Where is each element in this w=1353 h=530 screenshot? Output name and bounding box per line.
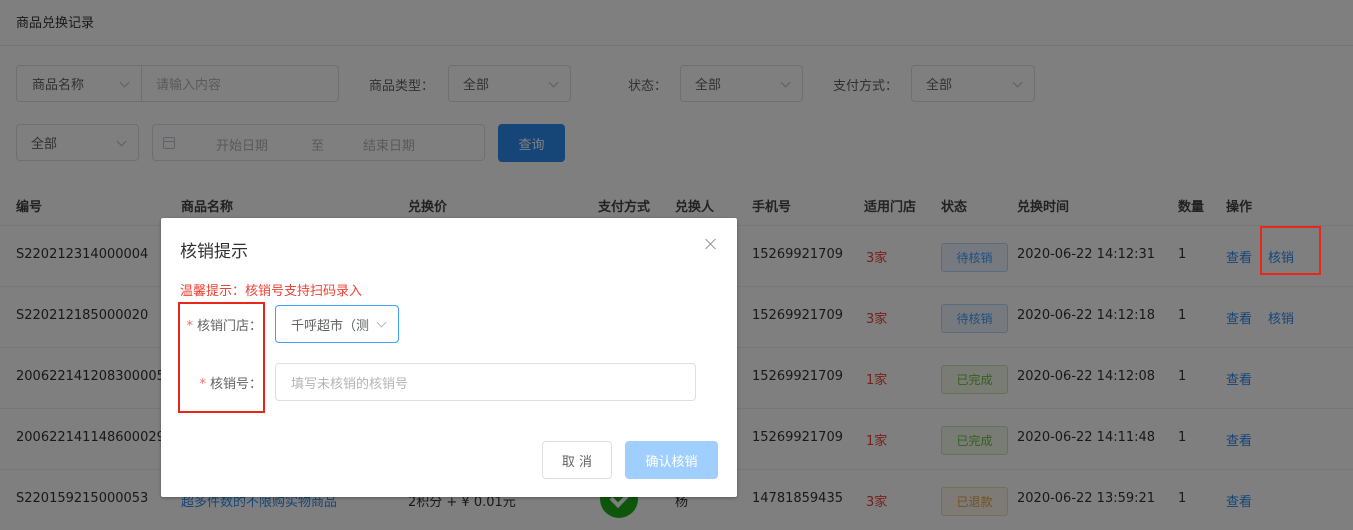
verify-dialog: 核销提示 温馨提示：核销号支持扫码录入 * 核销门店： 千呼超市（测 * 核销号： …	[161, 218, 737, 497]
dialog-tip: 温馨提示：核销号支持扫码录入	[180, 284, 363, 299]
confirm-verify-button[interactable]: 确认核销	[625, 441, 718, 479]
store-select-value: 千呼超市（测	[291, 318, 370, 334]
close-icon[interactable]	[705, 238, 717, 250]
highlight-box-verify	[1260, 226, 1321, 275]
cancel-button[interactable]: 取 消	[542, 441, 612, 479]
dialog-title: 核销提示	[180, 242, 248, 262]
verify-code-input[interactable]: 填写未核销的核销号	[275, 363, 696, 401]
highlight-box-labels	[178, 302, 265, 413]
chevron-down-icon	[376, 318, 388, 330]
store-select[interactable]: 千呼超市（测	[275, 305, 399, 343]
